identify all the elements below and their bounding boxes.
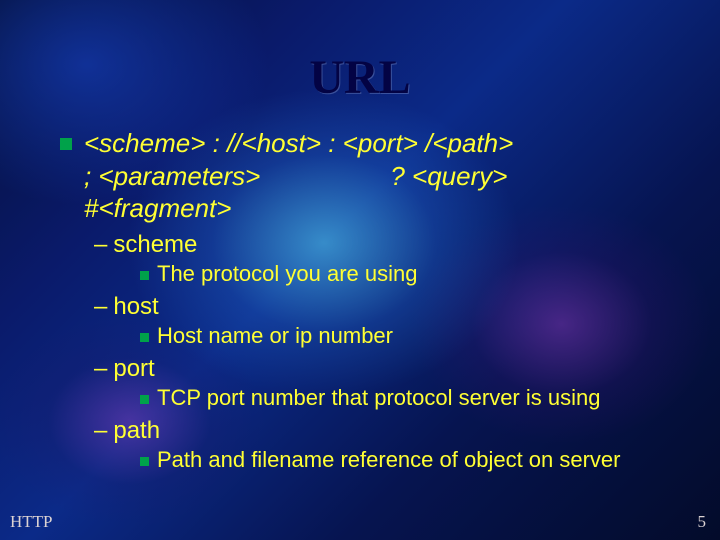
template-line: <scheme> : //<host> : <port> /<path>	[60, 127, 680, 160]
item-desc: The protocol you are using	[157, 261, 418, 286]
item-path: –path	[60, 417, 680, 445]
square-bullet-icon	[140, 271, 149, 280]
item-scheme-desc: The protocol you are using	[60, 261, 680, 287]
template-line-3: #<fragment>	[84, 193, 231, 223]
footer-topic: HTTP	[10, 512, 53, 532]
item-host-desc: Host name or ip number	[60, 323, 680, 349]
dash-icon: –	[94, 231, 107, 258]
square-bullet-icon	[140, 457, 149, 466]
item-scheme: –scheme	[60, 231, 680, 259]
square-bullet-icon	[140, 333, 149, 342]
item-path-desc: Path and filename reference of object on…	[60, 447, 680, 473]
item-term: host	[113, 293, 158, 320]
item-port-desc: TCP port number that protocol server is …	[60, 385, 680, 411]
item-desc: Host name or ip number	[157, 323, 393, 348]
item-term: path	[113, 417, 160, 444]
item-desc: TCP port number that protocol server is …	[157, 385, 600, 410]
page-number: 5	[698, 512, 707, 532]
dash-icon: –	[94, 417, 107, 444]
item-desc: Path and filename reference of object on…	[157, 447, 621, 472]
template-line-1: <scheme> : //<host> : <port> /<path>	[84, 128, 513, 158]
item-term: scheme	[113, 231, 197, 258]
template-line-2: ; <parameters> ? <query>	[84, 161, 507, 191]
item-term: port	[113, 355, 154, 382]
template-line: ; <parameters> ? <query>	[60, 160, 680, 193]
slide: URL <scheme> : //<host> : <port> /<path>…	[0, 0, 720, 540]
square-bullet-icon	[60, 138, 72, 150]
slide-title: URL	[0, 0, 720, 105]
dash-icon: –	[94, 293, 107, 320]
item-port: –port	[60, 355, 680, 383]
square-bullet-icon	[140, 395, 149, 404]
slide-content: <scheme> : //<host> : <port> /<path> ; <…	[0, 105, 720, 473]
url-template-block: <scheme> : //<host> : <port> /<path> ; <…	[60, 127, 680, 225]
item-host: –host	[60, 293, 680, 321]
template-line: #<fragment>	[60, 192, 680, 225]
dash-icon: –	[94, 355, 107, 382]
